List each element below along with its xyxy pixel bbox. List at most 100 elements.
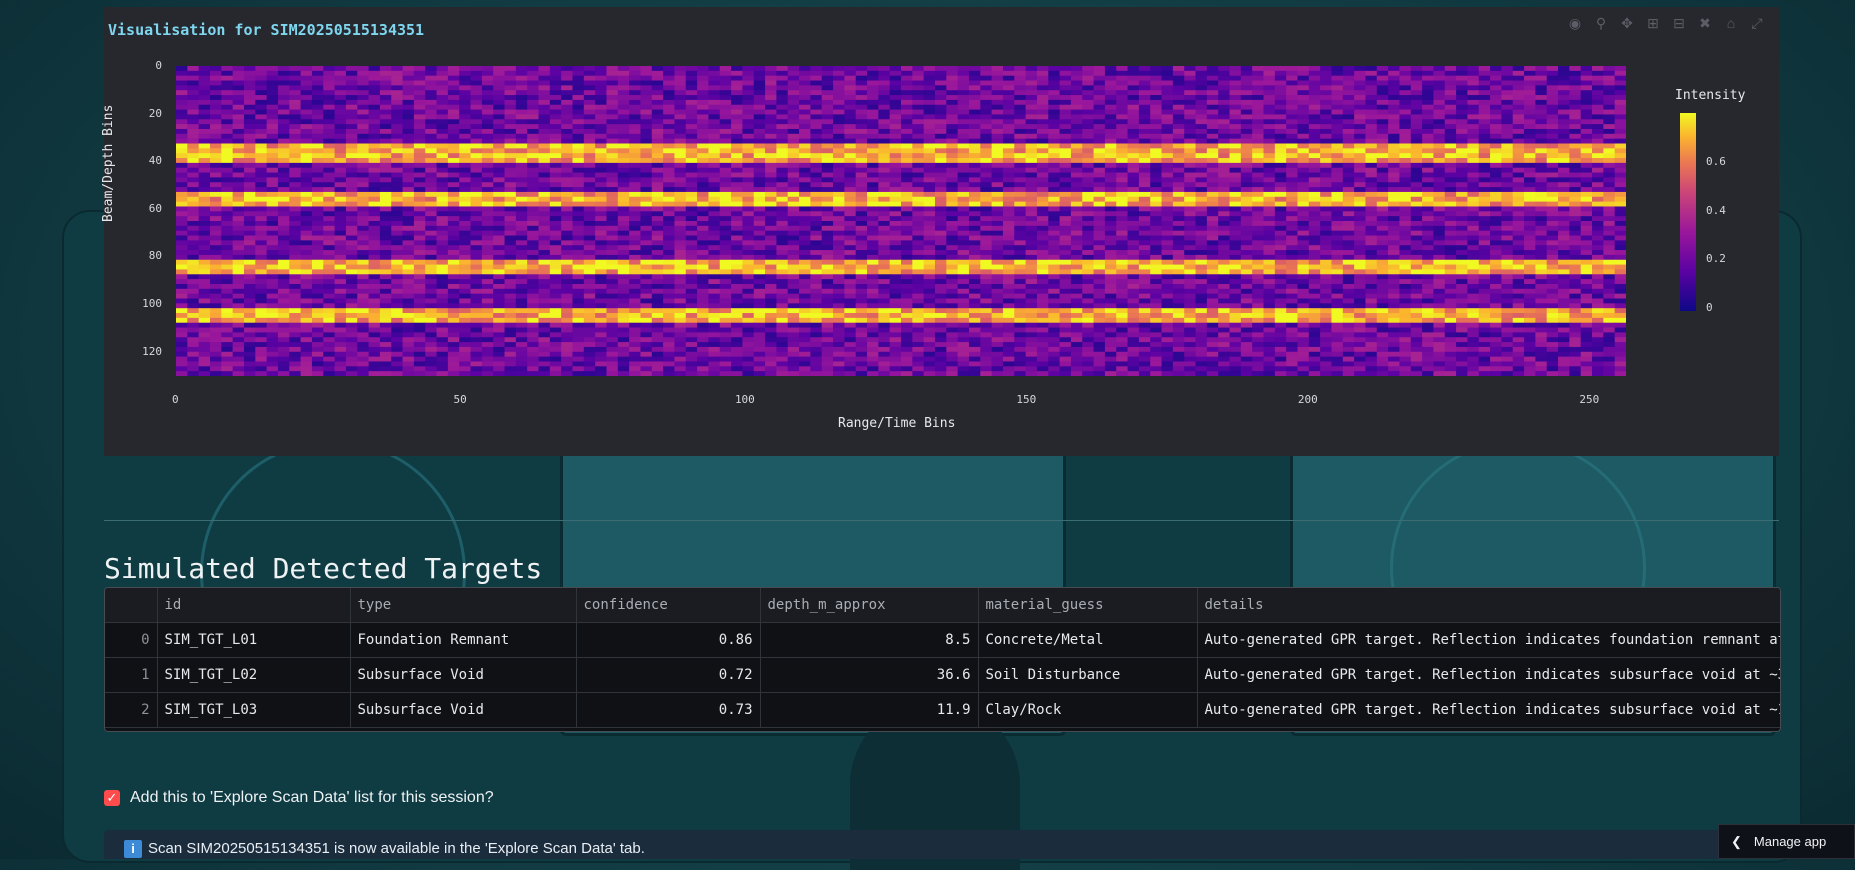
heatmap-cell <box>289 182 302 188</box>
heatmap-cell <box>810 162 823 169</box>
heatmap-cell <box>776 85 789 91</box>
pan-icon[interactable]: ✥ <box>1617 15 1637 32</box>
heatmap-cell <box>1388 80 1401 86</box>
heatmap-cell <box>266 109 279 116</box>
heatmap-cell <box>1388 221 1401 227</box>
heatmap-cell <box>1059 177 1072 183</box>
heatmap-cell <box>776 225 789 232</box>
heatmap-cell <box>255 109 268 116</box>
heatmap-cell <box>425 230 438 237</box>
heatmap-cell <box>1535 133 1548 140</box>
plot-title: Visualisation for SIM20250515134351 <box>108 21 425 39</box>
heatmap-cell <box>878 128 891 135</box>
heatmap-cell <box>867 148 879 154</box>
heatmap-cell <box>1592 114 1604 120</box>
heatmap-cell <box>289 245 302 251</box>
heatmap-cell <box>549 162 562 169</box>
heatmap-cell <box>1524 128 1536 135</box>
heatmap-cell <box>1569 182 1582 188</box>
heatmap-cell <box>504 245 517 251</box>
zoom-icon[interactable]: ⚲ <box>1591 15 1611 32</box>
heatmap-cell <box>1104 201 1117 208</box>
heatmap-cell <box>640 128 653 135</box>
heatmap-cell <box>1614 119 1626 125</box>
heatmap-cell <box>1422 133 1435 140</box>
heatmap-cell <box>617 221 630 227</box>
heatmap-cell <box>934 177 947 183</box>
heatmap-cell <box>844 187 857 193</box>
heatmap-cell <box>946 109 959 116</box>
heatmap-cell <box>493 211 506 217</box>
heatmap-cell <box>776 99 789 106</box>
heatmap-cell <box>640 143 653 149</box>
heatmap-cell <box>289 172 302 178</box>
heatmap-cell <box>198 104 211 111</box>
heatmap-cell <box>243 95 256 101</box>
heatmap-cell <box>912 191 925 198</box>
heatmap-cell <box>1025 85 1038 91</box>
heatmap-cell <box>719 104 732 111</box>
fullscreen-icon[interactable]: ⤢ <box>1747 15 1767 32</box>
heatmap-cell <box>1501 162 1514 169</box>
heatmap-cell <box>289 196 302 203</box>
heatmap-cell <box>300 225 313 232</box>
heatmap-cell <box>810 66 823 72</box>
zoom-in-icon[interactable]: ⊞ <box>1643 15 1663 32</box>
heatmap-cell <box>1354 201 1367 208</box>
heatmap-cell <box>1127 99 1140 106</box>
heatmap-cell <box>1161 124 1174 130</box>
heatmap-cell <box>980 66 993 72</box>
heatmap-cell <box>810 167 823 174</box>
heatmap-cell <box>425 240 438 246</box>
heatmap-cell <box>1184 95 1197 101</box>
heatmap-cell <box>799 85 811 91</box>
heatmap-cell <box>1195 90 1208 96</box>
heatmap-cell <box>266 230 279 237</box>
heatmap-cell <box>1070 177 1083 183</box>
heatmap-cell <box>912 124 925 130</box>
heatmap-cell <box>379 172 392 178</box>
heatmap-cell <box>697 216 710 222</box>
heatmap-cell <box>583 182 596 188</box>
heatmap-cell <box>1569 70 1582 77</box>
heatmap-cell <box>379 75 392 82</box>
heatmap-cell <box>957 211 970 217</box>
heatmap-cell <box>538 148 551 154</box>
heatmap-cell <box>1501 75 1514 82</box>
heatmap-cell <box>821 216 834 222</box>
heatmap-cell <box>1229 206 1242 212</box>
autoscale-icon[interactable]: ✖ <box>1695 15 1715 32</box>
heatmap-cell <box>1399 95 1412 101</box>
heatmap-cell <box>493 80 506 86</box>
camera-icon[interactable]: ◉ <box>1565 15 1585 32</box>
heatmap-cell <box>742 240 755 246</box>
home-icon[interactable]: ⌂ <box>1721 15 1741 32</box>
heatmap-cell <box>742 119 755 125</box>
heatmap-cell <box>209 250 222 256</box>
heatmap[interactable] <box>176 66 1626 376</box>
heatmap-cell <box>1331 206 1344 212</box>
heatmap-cell <box>1376 119 1389 125</box>
heatmap-cell <box>946 172 959 178</box>
heatmap-cell <box>323 196 336 203</box>
heatmap-cell <box>561 230 574 237</box>
heatmap-cell <box>719 177 732 183</box>
heatmap-cell <box>447 211 460 217</box>
heatmap-cell <box>413 153 426 159</box>
heatmap-cell <box>1524 153 1536 159</box>
heatmap-cell <box>459 158 472 164</box>
heatmap-cell <box>1070 187 1083 193</box>
heatmap-cell <box>1331 230 1344 237</box>
heatmap-cell <box>402 191 415 198</box>
heatmap-cell <box>334 153 347 159</box>
heatmap-cell <box>357 225 370 232</box>
zoom-out-icon[interactable]: ⊟ <box>1669 15 1689 32</box>
heatmap-cell <box>1274 206 1287 212</box>
heatmap-cell <box>1580 206 1593 212</box>
heatmap-cell <box>867 90 879 96</box>
heatmap-cell <box>629 177 642 183</box>
heatmap-cell <box>1116 182 1129 188</box>
heatmap-cell <box>1252 167 1265 174</box>
heatmap-cell <box>561 133 574 140</box>
heatmap-cell <box>470 128 483 135</box>
